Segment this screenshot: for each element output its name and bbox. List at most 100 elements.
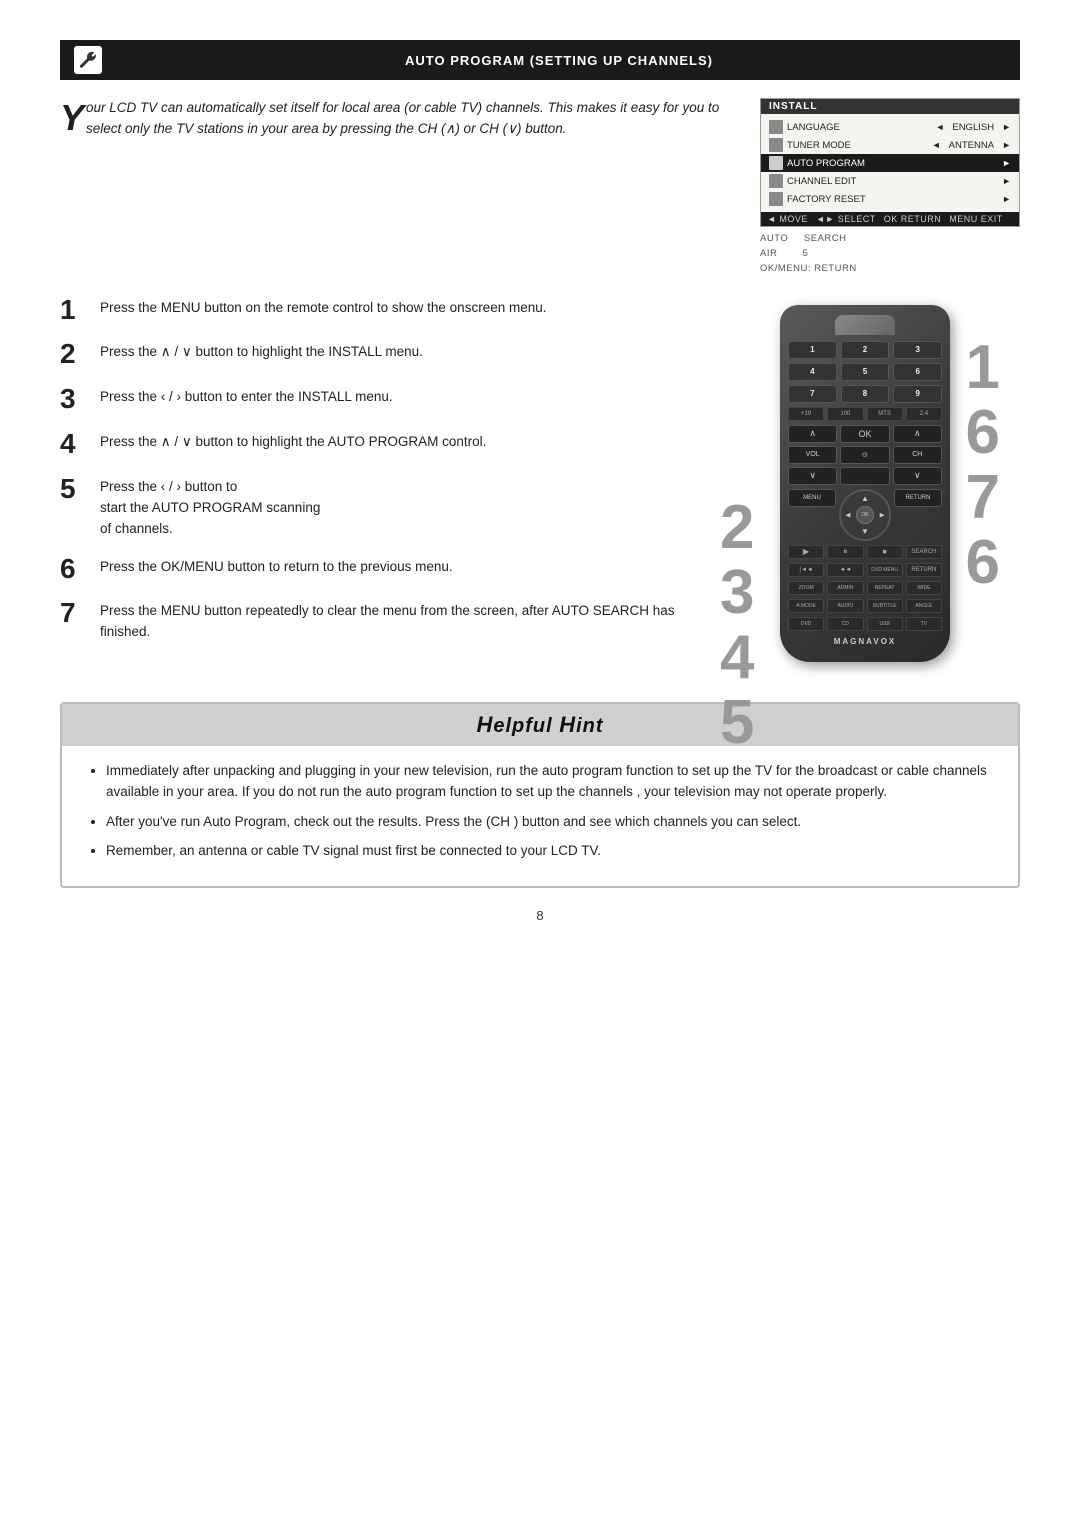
- main-content: 1 Press the MENU button on the remote co…: [60, 295, 1020, 662]
- callout-right-1: 1: [966, 335, 1000, 400]
- callout-left-3: 3: [720, 560, 754, 625]
- step-text-1: Press the MENU button on the remote cont…: [100, 295, 546, 319]
- remote-nav-left: ◄: [844, 510, 852, 519]
- remote-btn-6: 6: [893, 363, 942, 381]
- callout-right-6b: 6: [966, 530, 1000, 595]
- callout-right-6a: 6: [966, 400, 1000, 465]
- remote-btn-subtitle: SUBTITLE: [867, 599, 903, 613]
- tv-side-line1: AUTO SEARCH: [760, 231, 1020, 246]
- tv-menu-row-language: LANGUAGE ◄ ENGLISH ►: [761, 118, 1019, 136]
- step-text-2: Press the ∧ / ∨ button to highlight the …: [100, 339, 423, 363]
- callout-left-5: 5: [720, 690, 754, 755]
- step-1: 1 Press the MENU button on the remote co…: [60, 295, 680, 326]
- intro-section: Your LCD TV can automatically set itself…: [60, 98, 1020, 277]
- tv-side-line3: OK/MENU: Return: [760, 261, 1020, 276]
- step-text-5: Press the ‹ / › button tostart the AUTO …: [100, 474, 320, 540]
- remote-btn-admin: ADMIN: [827, 581, 863, 595]
- intro-body: our LCD TV can automatically set itself …: [86, 100, 719, 136]
- header-title: Auto Program (Setting Up Channels): [112, 53, 1006, 68]
- step-number-5: 5: [60, 474, 88, 505]
- remote-btn-stop: ⏹: [867, 545, 903, 559]
- remote-btn-ret2: RETURN: [906, 563, 942, 577]
- remote-btn-vol-down: ∨: [788, 467, 837, 485]
- tv-side-line2: AIR 5: [760, 246, 1020, 261]
- remote-btn-return: RETURN: [894, 489, 942, 507]
- hint-item-2: After you've run Auto Program, check out…: [106, 811, 994, 833]
- wrench-icon: [78, 50, 98, 70]
- remote-nav-ok: OK: [856, 506, 874, 524]
- remote-btn-7: 7: [788, 385, 837, 403]
- remote-nav-right: ►: [878, 510, 886, 519]
- remote-btn-4: 4: [788, 363, 837, 381]
- remote-btn-mts: MTS: [867, 407, 903, 421]
- tv-menu-items: LANGUAGE ◄ ENGLISH ► TUNER MODE ◄ ANTENN…: [761, 114, 1019, 212]
- drop-cap: Y: [60, 100, 84, 136]
- step-number-4: 4: [60, 429, 88, 460]
- callout-right-7: 7: [966, 465, 1000, 530]
- remote-btn-2: 2: [841, 341, 890, 359]
- step-6: 6 Press the OK/MENU button to return to …: [60, 554, 680, 585]
- remote-btn-skip: |◄◄: [788, 563, 824, 577]
- remote-btn-cd: CD: [827, 617, 863, 631]
- remote-fn-row4: A.MODE AUDIO SUBTITLE ANGLE: [788, 599, 942, 613]
- remote-fn-row2: |◄◄ ◄◄ DVD MENU RETURN: [788, 563, 942, 577]
- remote-btn-8: 8: [841, 385, 890, 403]
- header-icon: [74, 46, 102, 74]
- remote-btn-zoom: ZOOM: [788, 581, 824, 595]
- remote-btn-angle: ANGLE: [906, 599, 942, 613]
- remote-nav-circle: OK ▲ ▼ ◄ ►: [839, 489, 891, 541]
- step-3: 3 Press the ‹ / › button to enter the IN…: [60, 384, 680, 415]
- remote-numpad-row1: 1 2 3 4 5 6 7 8 9: [788, 341, 942, 403]
- callout-left-2: 2: [720, 495, 754, 560]
- remote-btn-dash: 2.4: [906, 407, 942, 421]
- tv-menu-box: INSTALL LANGUAGE ◄ ENGLISH ► TUNER MODE …: [760, 98, 1020, 227]
- remote-fn-row3: ZOOM ADMIN REPEAT WIDE: [788, 581, 942, 595]
- header-bar: Auto Program (Setting Up Channels): [60, 40, 1020, 80]
- remote-btn-dvdmenu: DVD MENU: [867, 563, 903, 577]
- menu-icon-channeledit: [769, 174, 783, 188]
- remote-btn-search-n: SEARCH: [906, 545, 942, 559]
- remote-btn-ch-label: CH: [893, 446, 942, 464]
- tv-side-labels: AUTO SEARCH AIR 5 OK/MENU: Return: [760, 231, 1020, 277]
- remote-btn-tv: TV: [906, 617, 942, 631]
- step-7: 7 Press the MENU button repeatedly to cl…: [60, 598, 680, 643]
- remote-and-callouts: 1 6 7 6 2 3 4 5 1 2 3 4: [720, 295, 1000, 662]
- step-number-1: 1: [60, 295, 88, 326]
- remote-btn-pause: ⏸: [827, 545, 863, 559]
- hint-list: Immediately after unpacking and plugging…: [86, 760, 994, 862]
- menu-icon-language: [769, 120, 783, 134]
- remote-btn-menu: MENU: [788, 489, 836, 507]
- remote-btn-blank: [840, 467, 889, 485]
- remote-btn-repeat: REPEAT: [867, 581, 903, 595]
- tv-menu-title: INSTALL: [761, 99, 1019, 114]
- step-text-4: Press the ∧ / ∨ button to highlight the …: [100, 429, 486, 453]
- intro-text: Your LCD TV can automatically set itself…: [60, 98, 730, 277]
- steps-column: 1 Press the MENU button on the remote co…: [60, 295, 680, 662]
- remote-btn-9: 9: [893, 385, 942, 403]
- menu-icon-factory: [769, 192, 783, 206]
- remote-logo: MAGNAVOX: [788, 637, 942, 646]
- remote-btn-ch-down: ∨: [893, 467, 942, 485]
- remote-btn-ok-center: OK: [840, 425, 889, 443]
- step-text-7: Press the MENU button repeatedly to clea…: [100, 598, 680, 643]
- step-4: 4 Press the ∧ / ∨ button to highlight th…: [60, 429, 680, 460]
- remote-btn-5: 5: [841, 363, 890, 381]
- step-text-6: Press the OK/MENU button to return to th…: [100, 554, 453, 578]
- remote-fn-row5: DVD CD USB TV: [788, 617, 942, 631]
- menu-icon-tuner: [769, 138, 783, 152]
- remote-nav-down: ▼: [861, 527, 869, 536]
- remote-control: 1 2 3 4 5 6 7 8 9 +10 100 MTS 2.4: [780, 305, 950, 662]
- remote-top-bump: [835, 315, 895, 335]
- remote-fn-row1: ▶ ⏸ ⏹ SEARCH: [788, 545, 942, 559]
- remote-btn-play: ▶: [788, 545, 824, 559]
- remote-btn-audio: AUDIO: [827, 599, 863, 613]
- tv-menu-row-autoprog: AUTO PROGRAM ►: [761, 154, 1019, 172]
- remote-btn-ff: ◄◄: [827, 563, 863, 577]
- remote-btn-3: 3: [893, 341, 942, 359]
- tv-menu-row-channeledit: CHANNEL EDIT ►: [761, 172, 1019, 190]
- tv-menu-area: INSTALL LANGUAGE ◄ ENGLISH ► TUNER MODE …: [760, 98, 1020, 277]
- hint-box: Helpful Hint Immediately after unpacking…: [60, 702, 1020, 888]
- step-5: 5 Press the ‹ / › button tostart the AUT…: [60, 474, 680, 540]
- hint-item-3: Remember, an antenna or cable TV signal …: [106, 840, 994, 862]
- remote-volch-row: ∧ OK ∧ VOL ⊙ CH ∨ ∨: [788, 425, 942, 485]
